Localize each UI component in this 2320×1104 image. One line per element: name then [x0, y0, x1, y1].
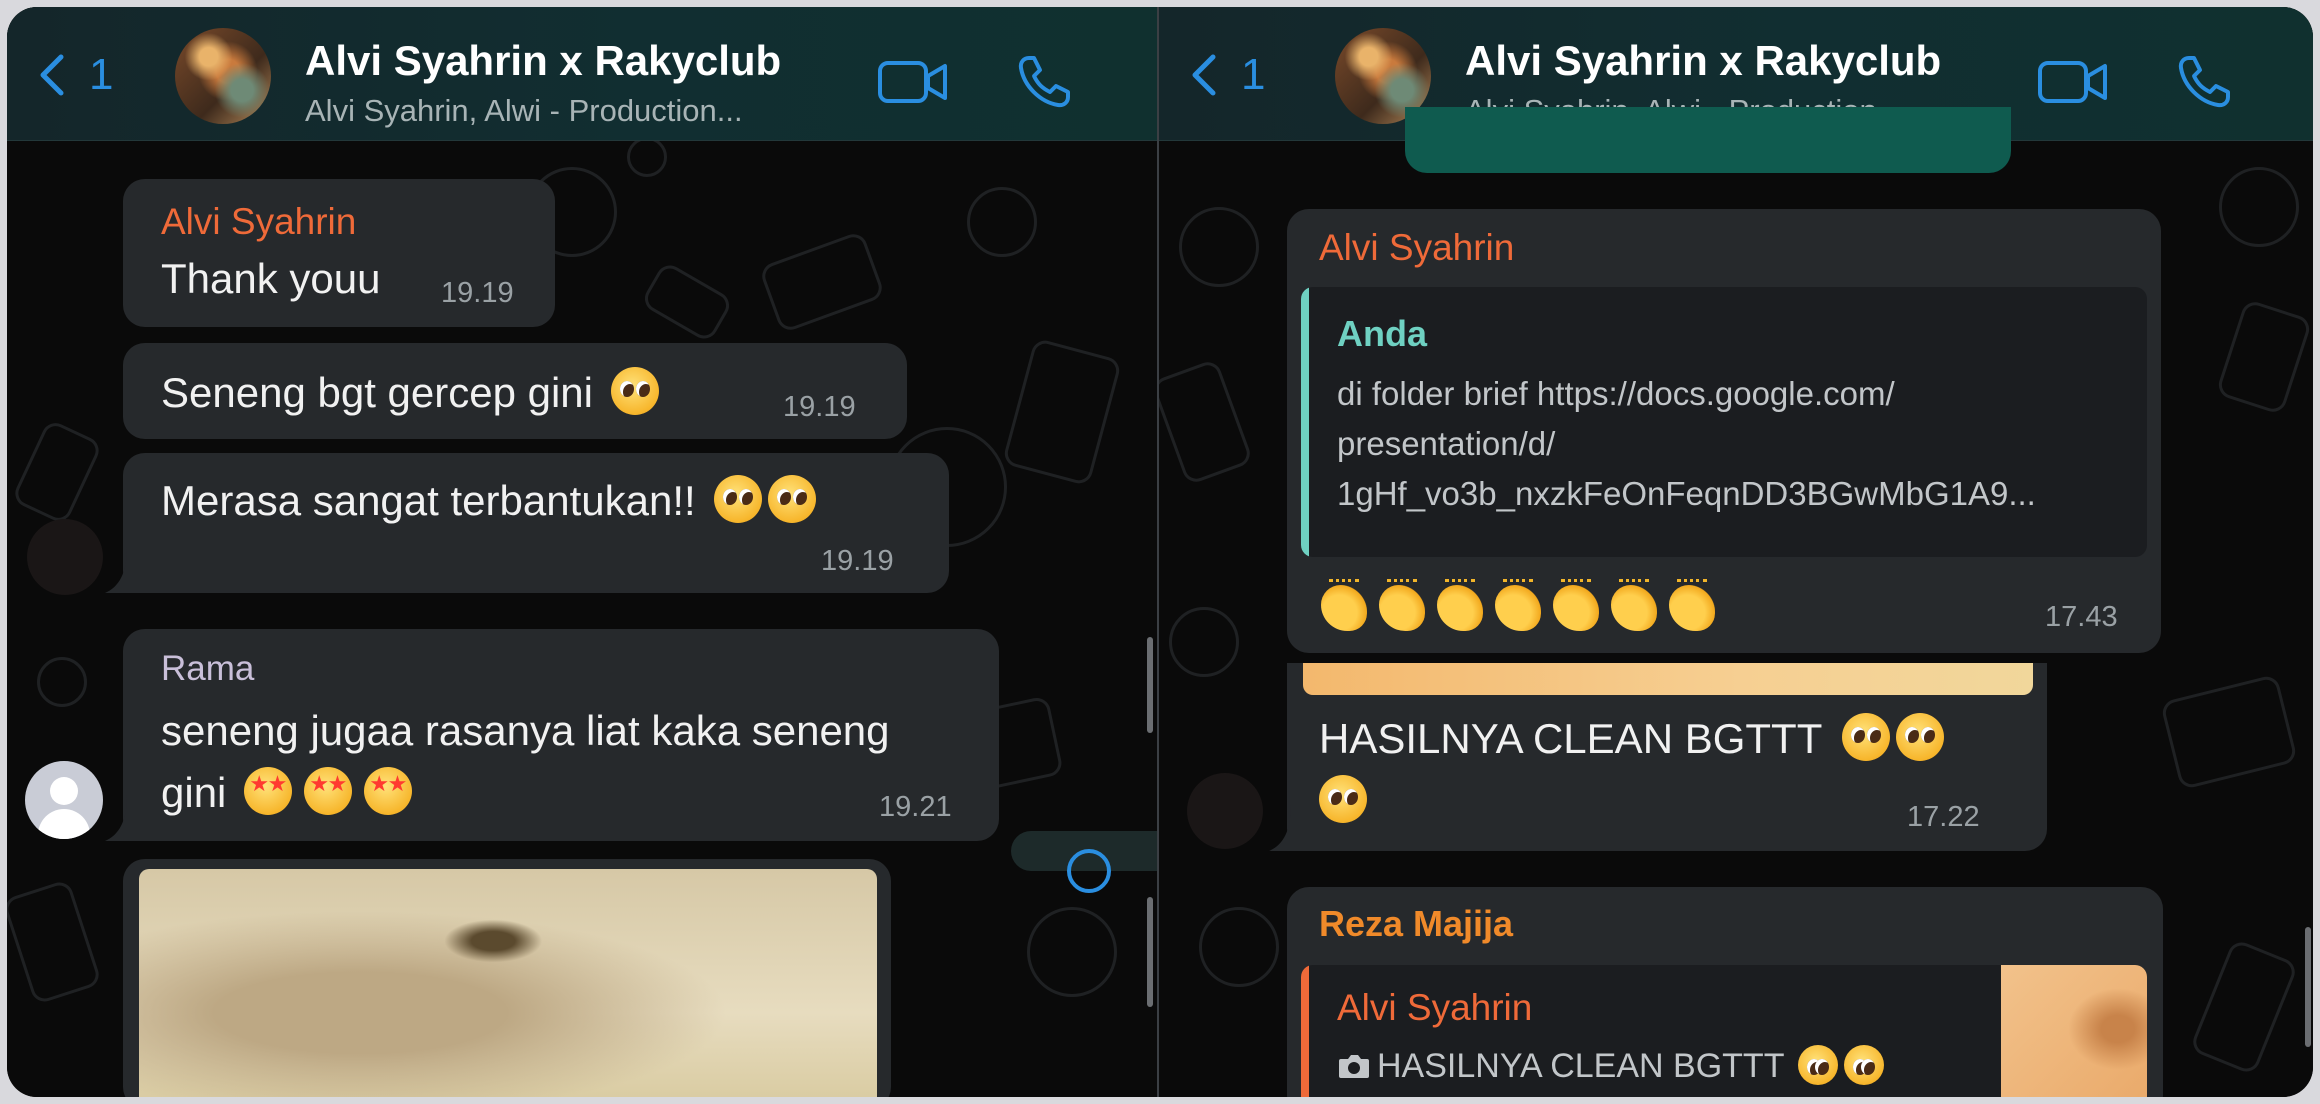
clapping-hands-emoji — [1495, 579, 1541, 631]
app-frame: 1 Alvi Syahrin x Rakyclub Alvi Syahrin, … — [7, 7, 2313, 1097]
message-text: seneng jugaa rasanya liat kaka seneng — [161, 707, 890, 754]
message-bubble[interactable]: Seneng bgt gercep gini 19.19 — [123, 343, 907, 439]
pleading-face-emoji — [1842, 713, 1891, 761]
video-call-icon[interactable] — [877, 59, 949, 105]
quote-author: Alvi Syahrin — [1337, 987, 1533, 1028]
blurred-photo[interactable] — [139, 869, 877, 1097]
message-text: HASILNYA CLEAN BGTTT — [1319, 713, 1945, 763]
message-text-wrap — [1319, 775, 1367, 823]
group-title[interactable]: Alvi Syahrin x Rakyclub — [1465, 37, 1941, 85]
star-struck-emoji — [304, 767, 353, 815]
pleading-face-emoji — [611, 367, 659, 415]
clapping-hands-emoji-row — [1321, 579, 1727, 636]
message-time: 19.19 — [783, 391, 856, 423]
message-bubble[interactable]: Alvi Syahrin Anda di folder brief https:… — [1287, 209, 2161, 653]
pleading-face-emoji — [713, 475, 762, 523]
scrollbar[interactable] — [2305, 927, 2311, 1047]
chat-pane-left: 1 Alvi Syahrin x Rakyclub Alvi Syahrin, … — [7, 7, 1157, 1097]
unread-count: 1 — [1241, 50, 1266, 99]
clapping-hands-emoji — [1669, 579, 1715, 631]
sender-name[interactable]: Reza Majija — [1319, 903, 1513, 945]
group-members[interactable]: Alvi Syahrin, Alwi - Production... — [305, 93, 743, 129]
quoted-reply[interactable]: Alvi Syahrin HASILNYA CLEAN BGTTT — [1301, 965, 2147, 1097]
outgoing-bubble-partial[interactable] — [1011, 831, 1157, 893]
quote-author: Anda — [1337, 313, 1427, 354]
bubble-tail — [105, 547, 145, 593]
phone-icon[interactable] — [1015, 53, 1073, 111]
progress-ring-icon — [1067, 849, 1111, 893]
message-time: 19.19 — [441, 277, 514, 309]
chat-pane-right: 1 Alvi Syahrin x Rakyclub Alvi Syahrin, … — [1159, 7, 2313, 1097]
video-call-icon[interactable] — [2037, 59, 2109, 105]
sender-name[interactable]: Alvi Syahrin — [1319, 227, 1514, 269]
pleading-face-emoji — [1798, 1045, 1839, 1085]
scrollbar[interactable] — [1147, 637, 1153, 733]
scrollbar[interactable] — [1147, 897, 1153, 1007]
quote-text: 1gHf_vo3b_nxzkFeOnFeqnDD3BGwMbG1A9... — [1337, 475, 2036, 512]
sender-name[interactable]: Rama — [161, 649, 254, 689]
message-bubble[interactable]: Merasa sangat terbantukan!! 19.19 — [123, 453, 949, 593]
message-text: gini — [161, 767, 413, 817]
clapping-hands-emoji — [1321, 579, 1367, 631]
sender-avatar[interactable] — [1187, 773, 1263, 849]
chevron-left-icon — [40, 54, 64, 96]
sender-avatar[interactable] — [27, 519, 103, 595]
group-avatar[interactable] — [175, 28, 271, 124]
message-text: Merasa sangat terbantukan!! — [161, 475, 816, 525]
pleading-face-emoji — [1844, 1045, 1885, 1085]
outgoing-bubble-partial[interactable] — [1405, 107, 2011, 173]
group-title[interactable]: Alvi Syahrin x Rakyclub — [305, 37, 781, 85]
message-bubble[interactable]: Reza Majija Alvi Syahrin HASILNYA CLEAN … — [1287, 887, 2163, 1097]
unread-count: 1 — [89, 50, 114, 99]
quoted-image-thumbnail[interactable] — [2001, 965, 2147, 1097]
chevron-left-icon — [1192, 54, 1216, 96]
phone-icon[interactable] — [2175, 53, 2233, 111]
quote-accent-bar — [1301, 287, 1309, 557]
message-time: 17.43 — [2045, 601, 2118, 633]
quoted-reply[interactable]: Anda di folder brief https://docs.google… — [1301, 287, 2147, 557]
message-bubble[interactable]: HASILNYA CLEAN BGTTT 17.22 — [1287, 663, 2047, 851]
message-time: 19.19 — [821, 545, 894, 577]
bubble-tail — [105, 795, 145, 841]
message-text: Seneng bgt gercep gini — [161, 367, 659, 417]
clapping-hands-emoji — [1379, 579, 1425, 631]
message-bubble[interactable]: Rama seneng jugaa rasanya liat kaka sene… — [123, 629, 999, 841]
clapping-hands-emoji — [1553, 579, 1599, 631]
quote-accent-bar — [1301, 965, 1309, 1097]
quote-text: HASILNYA CLEAN BGTTT — [1337, 1045, 1885, 1086]
clapping-hands-emoji — [1611, 579, 1657, 631]
chat-header: 1 Alvi Syahrin x Rakyclub Alvi Syahrin, … — [7, 7, 1157, 141]
image-message[interactable] — [123, 859, 891, 1097]
default-avatar-icon[interactable] — [25, 761, 103, 839]
quote-text: di folder brief https://docs.google.com/ — [1337, 375, 1895, 412]
image-thumbnail[interactable] — [1303, 663, 2033, 695]
star-struck-emoji — [244, 767, 293, 815]
back-button[interactable]: 1 — [35, 52, 113, 98]
pleading-face-emoji — [1896, 713, 1945, 761]
pleading-face-emoji — [767, 475, 816, 523]
clapping-hands-emoji — [1437, 579, 1483, 631]
star-struck-emoji — [364, 767, 413, 815]
message-time: 17.22 — [1907, 801, 1980, 833]
camera-icon — [1339, 1055, 1369, 1078]
message-text: Thank youu — [161, 255, 381, 302]
pleading-face-emoji — [1319, 775, 1367, 823]
sender-name[interactable]: Alvi Syahrin — [161, 201, 356, 243]
message-time: 19.21 — [879, 791, 952, 823]
message-bubble[interactable]: Alvi Syahrin Thank youu 19.19 — [123, 179, 555, 327]
back-button[interactable]: 1 — [1187, 52, 1265, 98]
bubble-tail — [1269, 805, 1309, 851]
quote-text: presentation/d/ — [1337, 425, 1556, 462]
